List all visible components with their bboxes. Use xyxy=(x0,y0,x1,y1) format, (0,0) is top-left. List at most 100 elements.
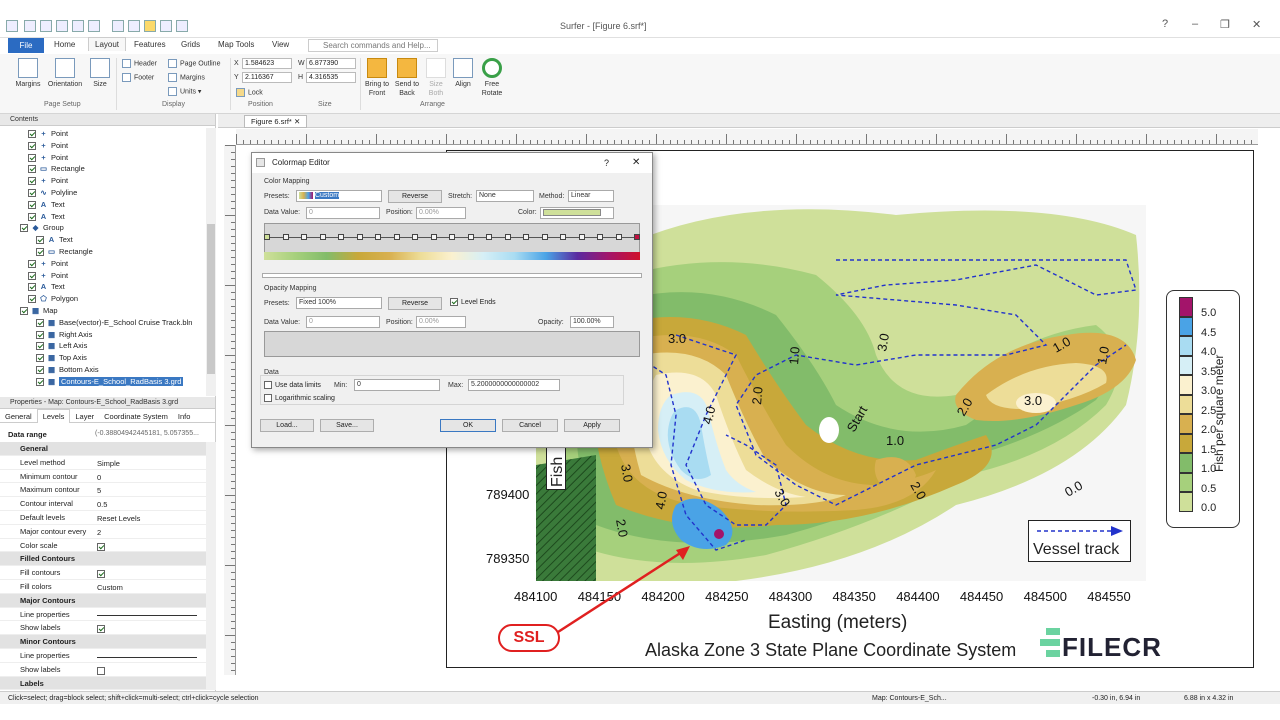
property-value[interactable] xyxy=(95,609,205,621)
opacity-position-input[interactable]: 0.00% xyxy=(416,316,466,328)
visibility-checkbox[interactable] xyxy=(20,306,28,315)
doc-tab-figure[interactable]: Figure 6.srf* ✕ xyxy=(244,115,308,128)
tab-map-tools[interactable]: Map Tools xyxy=(218,40,254,49)
visibility-checkbox[interactable] xyxy=(36,354,44,363)
property-row[interactable]: Contour interval 0.5 xyxy=(0,497,206,511)
tab-levels[interactable]: Levels xyxy=(36,409,71,423)
color-node[interactable] xyxy=(264,234,270,240)
property-value[interactable]: 2 xyxy=(95,526,205,538)
lock-button[interactable]: Lock xyxy=(236,88,263,97)
tab-layer[interactable]: Layer xyxy=(70,410,99,423)
color-node[interactable] xyxy=(338,234,344,240)
property-row[interactable]: Major contour every 2 xyxy=(0,525,206,539)
level-ends-checkbox[interactable]: Level Ends xyxy=(450,298,496,306)
search-input[interactable]: Search commands and Help... xyxy=(308,39,438,52)
close-button[interactable]: ✕ xyxy=(1252,18,1261,31)
property-row[interactable]: Color scale xyxy=(0,539,206,553)
tree-item[interactable]: + Point xyxy=(0,128,206,140)
tree-item[interactable]: A Text xyxy=(0,199,206,211)
color-node[interactable] xyxy=(578,234,585,240)
contents-scrollbar[interactable] xyxy=(206,128,216,396)
visibility-checkbox[interactable] xyxy=(28,259,36,268)
file-menu[interactable]: File xyxy=(8,38,44,53)
save-icon[interactable] xyxy=(56,20,68,32)
tree-item[interactable]: ◆ Group xyxy=(0,222,206,234)
property-value[interactable] xyxy=(95,567,205,579)
open-icon[interactable] xyxy=(40,20,52,32)
property-row[interactable]: Default levels Reset Levels xyxy=(0,511,206,525)
zoom-icon[interactable] xyxy=(160,20,172,32)
tree-item[interactable]: + Point xyxy=(0,140,206,152)
tab-info[interactable]: Info xyxy=(173,410,196,423)
visibility-checkbox[interactable] xyxy=(28,165,36,174)
tree-item[interactable]: + Point xyxy=(0,152,206,164)
opacity-track[interactable] xyxy=(264,331,640,357)
page-outline-button[interactable]: Page Outline xyxy=(168,59,220,68)
property-row[interactable]: Level method Simple xyxy=(0,456,206,470)
display-margins-button[interactable]: Margins xyxy=(168,73,205,82)
visibility-checkbox[interactable] xyxy=(36,330,44,339)
property-value[interactable] xyxy=(95,650,205,662)
max-input[interactable]: 5.2000000000000002 xyxy=(468,379,560,391)
presets-select[interactable]: Custom xyxy=(296,190,382,202)
tree-item[interactable]: ⬠ Polygon xyxy=(0,293,206,305)
color-node[interactable] xyxy=(523,234,529,240)
properties-scrollbar[interactable] xyxy=(206,442,216,690)
data-value-input[interactable]: 0 xyxy=(306,207,380,219)
opacity-data-value-input[interactable]: 0 xyxy=(306,316,380,328)
color-node[interactable] xyxy=(597,234,603,240)
min-input[interactable]: 0 xyxy=(354,379,440,391)
help-button[interactable]: ? xyxy=(1162,18,1168,30)
free-rotate-button[interactable]: Free Rotate xyxy=(476,58,508,98)
method-select[interactable]: Linear xyxy=(568,190,614,202)
visibility-checkbox[interactable] xyxy=(36,236,44,245)
x-position-input[interactable]: 1.584623 xyxy=(242,58,292,69)
color-node[interactable] xyxy=(319,234,326,240)
orientation-button[interactable]: Orientation xyxy=(44,58,86,89)
margins-button[interactable]: Margins xyxy=(12,58,44,89)
visibility-checkbox[interactable] xyxy=(20,224,28,233)
tree-item[interactable]: ▭ Rectangle xyxy=(0,163,206,175)
color-node[interactable] xyxy=(356,234,363,240)
position-input[interactable]: 0.00% xyxy=(416,207,466,219)
y-position-input[interactable]: 2.116367 xyxy=(242,72,292,83)
property-checkbox[interactable] xyxy=(97,570,105,579)
visibility-checkbox[interactable] xyxy=(36,377,44,386)
visibility-checkbox[interactable] xyxy=(28,295,36,304)
color-node[interactable] xyxy=(504,234,511,240)
tree-item[interactable]: + Point xyxy=(0,270,206,282)
tree-item[interactable]: ∿ Polyline xyxy=(0,187,206,199)
tab-general[interactable]: General xyxy=(0,410,37,423)
size-both-button[interactable]: Size Both xyxy=(422,58,450,98)
tree-item[interactable]: ▦ Map xyxy=(0,305,206,317)
reverse-button[interactable]: Reverse xyxy=(388,190,442,203)
color-node[interactable] xyxy=(412,234,418,240)
print-icon[interactable] xyxy=(72,20,84,32)
tab-layout[interactable]: Layout xyxy=(88,37,127,51)
opacity-reverse-button[interactable]: Reverse xyxy=(388,297,442,310)
bring-to-front-button[interactable]: Bring to Front xyxy=(362,58,392,98)
color-node[interactable] xyxy=(634,234,640,240)
property-row[interactable]: Minimum contour 0 xyxy=(0,470,206,484)
ok-button[interactable]: OK xyxy=(440,419,496,432)
tree-item[interactable]: ▦ Base(vector)-E_School Cruise Track.bln xyxy=(0,317,206,329)
color-node[interactable] xyxy=(430,234,437,240)
tree-item[interactable]: A Text xyxy=(0,234,206,246)
tree-item[interactable]: ▦ Bottom Axis xyxy=(0,364,206,376)
tree-item[interactable]: + Point xyxy=(0,258,206,270)
select-icon[interactable] xyxy=(144,20,156,32)
color-node[interactable] xyxy=(449,234,455,240)
visibility-checkbox[interactable] xyxy=(28,283,36,292)
align-button[interactable]: Align xyxy=(450,58,476,89)
color-node[interactable] xyxy=(282,234,289,240)
stretch-select[interactable]: None xyxy=(476,190,534,202)
visibility-checkbox[interactable] xyxy=(28,271,36,280)
color-select[interactable] xyxy=(540,207,614,219)
property-value[interactable]: 5 xyxy=(95,484,205,496)
use-data-limits-checkbox[interactable]: Use data limits xyxy=(264,381,321,389)
visibility-checkbox[interactable] xyxy=(28,141,36,150)
property-value[interactable] xyxy=(95,540,205,552)
send-to-back-button[interactable]: Send to Back xyxy=(392,58,422,98)
property-row[interactable]: Fill contours xyxy=(0,566,206,580)
size-button[interactable]: Size xyxy=(88,58,112,89)
